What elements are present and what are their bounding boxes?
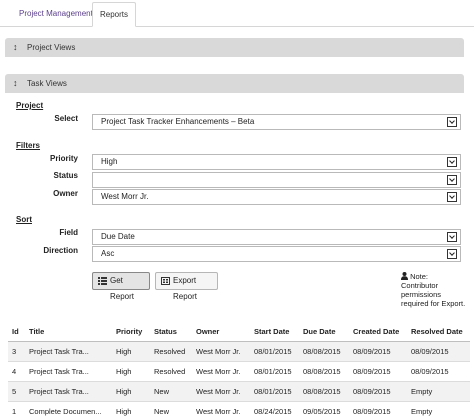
note-line-4: required for Export. — [401, 299, 466, 308]
priority-select-value: High — [101, 157, 118, 166]
direction-label: Direction — [43, 246, 78, 255]
project-select-value: Project Task Tracker Enhancements – Beta — [101, 117, 255, 126]
cell-resolved-date: 08/09/2015 — [407, 361, 470, 382]
chevron-down-icon — [447, 192, 457, 202]
cell-start-date: 08/01/2015 — [250, 361, 299, 382]
sort-direction-select[interactable]: Asc — [92, 246, 461, 262]
column-header-start-date[interactable]: Start Date — [250, 322, 299, 342]
task-views-panel-header[interactable]: ↕ Task Views — [5, 74, 464, 93]
cell-status: Resolved — [150, 361, 192, 382]
cell-owner: West Morr Jr. — [192, 381, 250, 402]
field-label: Field — [59, 228, 78, 237]
filters-section-heading: Filters — [16, 141, 41, 150]
sort-section-heading: Sort — [16, 215, 32, 224]
cell-status: New — [150, 381, 192, 402]
tab-bar: Project Management Reports — [0, 0, 474, 27]
table-row[interactable]: 5 Project Task Tra... High New West Morr… — [8, 381, 470, 402]
tab-reports[interactable]: Reports — [92, 2, 136, 27]
project-views-panel-header[interactable]: ↕ Project Views — [5, 38, 464, 57]
table-header-row: Id Title Priority Status Owner Start Dat… — [8, 322, 470, 342]
table-row[interactable]: 1 Complete Documen... High New West Morr… — [8, 401, 470, 420]
cell-start-date: 08/24/2015 — [250, 401, 299, 420]
sort-field-select[interactable]: Due Date — [92, 229, 461, 245]
export-report-button[interactable]: Export Report — [155, 272, 218, 301]
task-views-title: Task Views — [27, 79, 67, 88]
cell-priority: High — [112, 361, 150, 382]
priority-select[interactable]: High — [92, 154, 461, 170]
sort-direction-select-value: Asc — [101, 249, 115, 258]
cell-id: 5 — [8, 381, 25, 402]
note-line-2: Contributor — [401, 281, 439, 290]
cell-due-date: 09/05/2015 — [299, 401, 349, 420]
project-section-heading: Project — [16, 101, 44, 110]
cell-created-date: 08/09/2015 — [349, 361, 407, 382]
owner-select[interactable]: West Morr Jr. — [92, 189, 461, 205]
column-header-due-date[interactable]: Due Date — [299, 322, 349, 342]
expand-arrows-icon: ↕ — [13, 42, 18, 52]
tab-project-management[interactable]: Project Management — [9, 2, 103, 27]
column-header-title[interactable]: Title — [25, 322, 112, 342]
expand-arrows-icon: ↕ — [13, 78, 18, 88]
chevron-down-icon — [447, 249, 457, 259]
cell-due-date: 08/08/2015 — [299, 381, 349, 402]
cell-title[interactable]: Project Task Tra... — [25, 381, 112, 402]
chevron-down-icon — [447, 117, 457, 127]
select-label: Select — [54, 114, 78, 123]
column-header-id[interactable]: Id — [8, 322, 25, 342]
cell-owner: West Morr Jr. — [192, 341, 250, 362]
column-header-priority[interactable]: Priority — [112, 322, 150, 342]
column-header-created-date[interactable]: Created Date — [349, 322, 407, 342]
cell-title[interactable]: Project Task Tra... — [25, 341, 112, 362]
note-line-3: permissions — [401, 290, 442, 299]
cell-id: 4 — [8, 361, 25, 382]
status-label: Status — [53, 171, 78, 180]
sort-field-select-value: Due Date — [101, 232, 135, 241]
cell-resolved-date: Empty — [407, 381, 470, 402]
export-permission-note: Note: Contributor permissions required f… — [401, 272, 471, 308]
cell-priority: High — [112, 381, 150, 402]
cell-id: 1 — [8, 401, 25, 420]
cell-due-date: 08/08/2015 — [299, 341, 349, 362]
status-select[interactable] — [92, 172, 461, 188]
chevron-down-icon — [447, 157, 457, 167]
cell-title[interactable]: Complete Documen... — [25, 401, 112, 420]
cell-status: Resolved — [150, 341, 192, 362]
report-results-table: Id Title Priority Status Owner Start Dat… — [8, 322, 470, 420]
owner-label: Owner — [53, 189, 78, 198]
export-report-label: Export Report — [173, 276, 198, 301]
cell-created-date: 08/09/2015 — [349, 381, 407, 402]
cell-resolved-date: 08/09/2015 — [407, 341, 470, 362]
get-report-button[interactable]: Get Report — [92, 272, 150, 301]
cell-start-date: 08/01/2015 — [250, 341, 299, 362]
cell-resolved-date: Empty — [407, 401, 470, 420]
cell-title[interactable]: Project Task Tra... — [25, 361, 112, 382]
project-views-title: Project Views — [27, 43, 76, 52]
export-icon — [161, 277, 170, 285]
cell-owner: West Morr Jr. — [192, 401, 250, 420]
table-row[interactable]: 3 Project Task Tra... High Resolved West… — [8, 341, 470, 362]
cell-id: 3 — [8, 341, 25, 362]
note-line-1: Note: — [410, 272, 429, 281]
list-icon — [98, 277, 107, 285]
chevron-down-icon — [447, 175, 457, 185]
column-header-owner[interactable]: Owner — [192, 322, 250, 342]
cell-priority: High — [112, 341, 150, 362]
cell-priority: High — [112, 401, 150, 420]
cell-owner: West Morr Jr. — [192, 361, 250, 382]
cell-start-date: 08/01/2015 — [250, 381, 299, 402]
column-header-status[interactable]: Status — [150, 322, 192, 342]
project-select[interactable]: Project Task Tracker Enhancements – Beta — [92, 114, 461, 130]
user-icon — [401, 272, 408, 280]
cell-created-date: 08/09/2015 — [349, 401, 407, 420]
get-report-label: Get Report — [110, 276, 135, 301]
cell-status: New — [150, 401, 192, 420]
owner-select-value: West Morr Jr. — [101, 192, 149, 201]
table-row[interactable]: 4 Project Task Tra... High Resolved West… — [8, 361, 470, 382]
cell-created-date: 08/09/2015 — [349, 341, 407, 362]
cell-due-date: 08/08/2015 — [299, 361, 349, 382]
priority-label: Priority — [49, 154, 78, 163]
chevron-down-icon — [447, 232, 457, 242]
column-header-resolved-date[interactable]: Resolved Date — [407, 322, 470, 342]
